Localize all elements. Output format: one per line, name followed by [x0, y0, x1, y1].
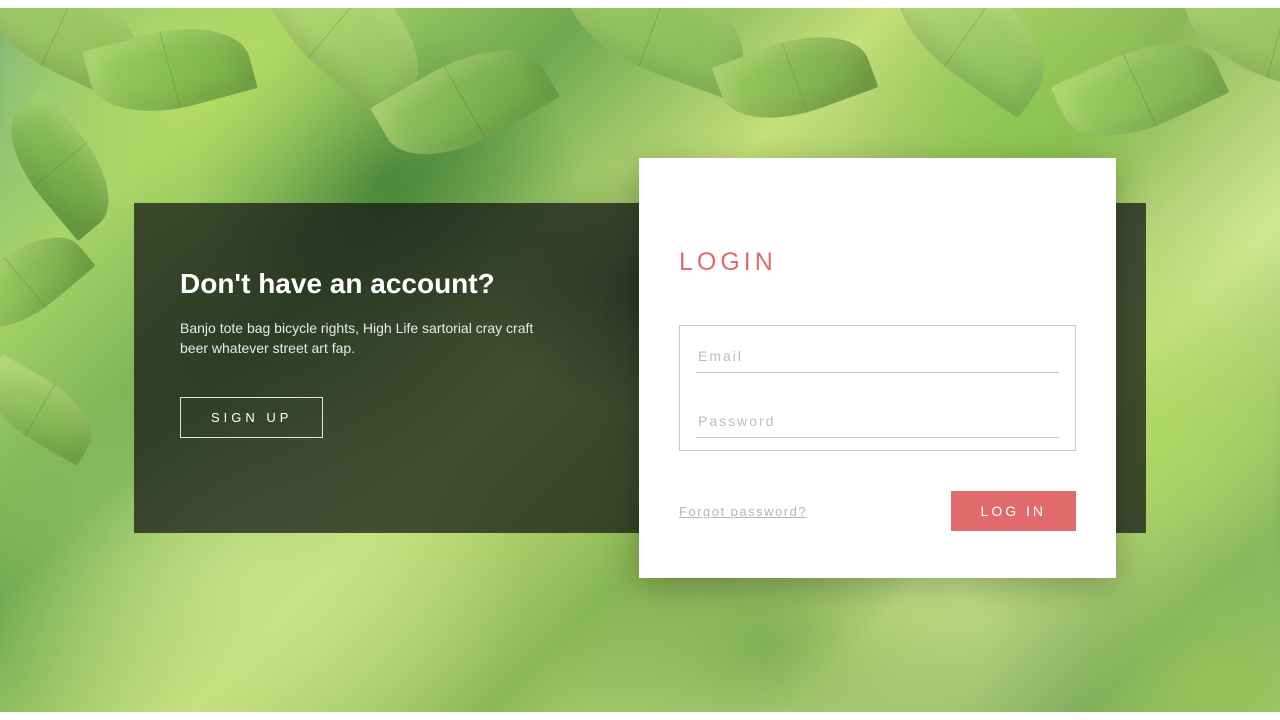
login-form	[679, 325, 1076, 451]
auth-container: Don't have an account? Banjo tote bag bi…	[134, 158, 1146, 578]
login-title: LOGIN	[679, 248, 1076, 277]
password-field[interactable]	[696, 407, 1059, 438]
login-footer: Forgot password? LOG IN	[679, 491, 1076, 531]
email-field-wrap	[690, 334, 1065, 377]
bottom-border	[0, 712, 1280, 720]
signup-heading: Don't have an account?	[180, 268, 586, 300]
log-in-button[interactable]: LOG IN	[951, 491, 1076, 531]
password-field-wrap	[690, 399, 1065, 442]
top-border	[0, 0, 1280, 8]
sign-up-button[interactable]: SIGN UP	[180, 397, 323, 438]
login-card: LOGIN Forgot password? LOG IN	[639, 158, 1116, 578]
email-field[interactable]	[696, 342, 1059, 373]
forgot-password-link[interactable]: Forgot password?	[679, 504, 807, 519]
signup-description: Banjo tote bag bicycle rights, High Life…	[180, 318, 560, 359]
